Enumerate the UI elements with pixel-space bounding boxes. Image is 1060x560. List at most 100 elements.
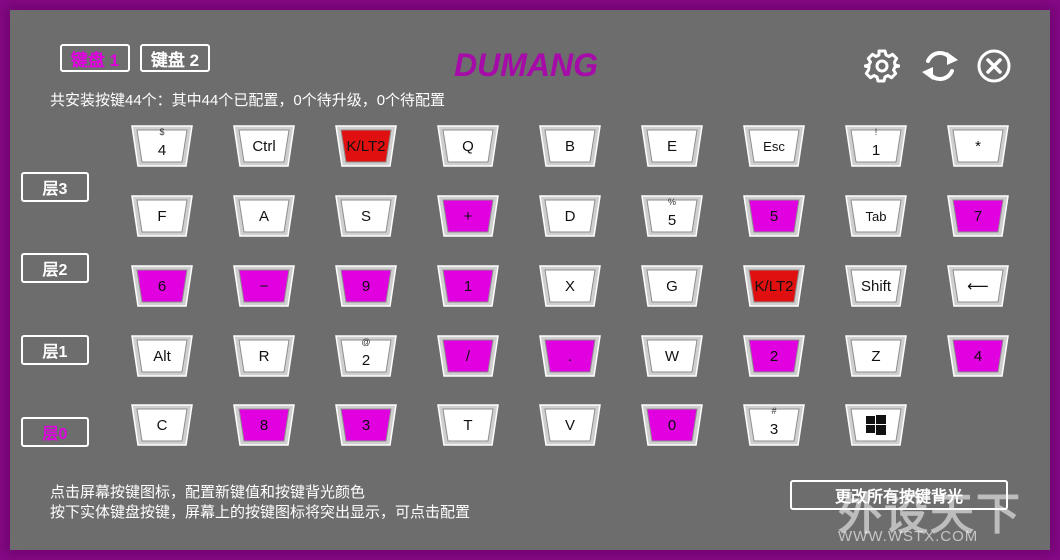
close-icon[interactable] bbox=[976, 48, 1012, 84]
key-shift-legend: $ bbox=[159, 127, 165, 137]
key-r3-c8[interactable]: 4 bbox=[947, 335, 1009, 377]
key-r0-c6[interactable]: Esc bbox=[743, 125, 805, 167]
key-label: Esc bbox=[763, 139, 785, 154]
key-r3-c6[interactable]: 2 bbox=[743, 335, 805, 377]
key-r4-c6[interactable]: #3 bbox=[743, 404, 805, 446]
key-r3-c3[interactable]: / bbox=[437, 335, 499, 377]
key-r0-c3[interactable]: Q bbox=[437, 125, 499, 167]
key-label: B bbox=[564, 138, 575, 155]
key-r1-c1[interactable]: A bbox=[233, 195, 295, 237]
key-label: G bbox=[666, 278, 678, 295]
layer-2-button[interactable]: 层2 bbox=[21, 253, 89, 283]
key-label: 8 bbox=[259, 417, 269, 434]
key-r4-c1[interactable]: 8 bbox=[233, 404, 295, 446]
key-shift-legend: # bbox=[771, 406, 777, 416]
key-r1-c3[interactable]: + bbox=[437, 195, 499, 237]
key-shift-legend: ! bbox=[874, 127, 878, 137]
key-r2-c7[interactable]: Shift bbox=[845, 265, 907, 307]
key-label: 5 bbox=[769, 208, 779, 225]
key-r4-c2[interactable]: 3 bbox=[335, 404, 397, 446]
key-r3-c2[interactable]: @2 bbox=[335, 335, 397, 377]
key-shift-legend: @ bbox=[361, 337, 371, 347]
refresh-icon[interactable] bbox=[920, 48, 960, 84]
dumang-logo: DUMANG bbox=[454, 47, 598, 83]
key-r2-c0[interactable]: 6 bbox=[131, 265, 193, 307]
key-r1-c6[interactable]: 5 bbox=[743, 195, 805, 237]
key-label: * bbox=[975, 138, 981, 155]
tab-keyboard-1[interactable]: 键盘 1 bbox=[60, 44, 130, 72]
key-label: A bbox=[258, 208, 269, 225]
key-r1-c8[interactable]: 7 bbox=[947, 195, 1009, 237]
key-r2-c3[interactable]: 1 bbox=[437, 265, 499, 307]
key-label: R bbox=[258, 348, 270, 365]
key-label: . bbox=[567, 348, 573, 365]
key-label: 3 bbox=[361, 417, 371, 434]
footer-hint-1: 点击屏幕按键图标，配置新键值和按键背光颜色 bbox=[50, 484, 366, 501]
key-label: 3 bbox=[769, 421, 779, 438]
key-label: S bbox=[360, 208, 371, 225]
key-r3-c5[interactable]: W bbox=[641, 335, 703, 377]
key-r1-c5[interactable]: % 5 bbox=[641, 195, 703, 237]
key-label: 6 bbox=[157, 278, 167, 295]
key-r3-c0[interactable]: Alt bbox=[131, 335, 193, 377]
key-label: 4 bbox=[157, 142, 167, 159]
key-shift-legend: % bbox=[667, 197, 676, 207]
key-label: Alt bbox=[153, 348, 171, 365]
key-r0-c2[interactable]: K/LT2 bbox=[335, 125, 397, 167]
svg-text:DUMANG: DUMANG bbox=[454, 47, 598, 83]
layer-0-button[interactable]: 层0 bbox=[21, 417, 89, 447]
key-r1-c7[interactable]: Tab bbox=[845, 195, 907, 237]
key-label: ⟵ bbox=[967, 278, 989, 295]
key-r2-c2[interactable]: 9 bbox=[335, 265, 397, 307]
key-label: 4 bbox=[973, 348, 983, 365]
key-label: Q bbox=[462, 138, 474, 155]
gear-icon[interactable] bbox=[863, 48, 901, 84]
key-r4-c5[interactable]: 0 bbox=[641, 404, 703, 446]
key-r3-c1[interactable]: R bbox=[233, 335, 295, 377]
key-label: 9 bbox=[361, 278, 371, 295]
key-r4-c3[interactable]: T bbox=[437, 404, 499, 446]
key-label: V bbox=[564, 417, 575, 434]
key-r3-c4[interactable]: . bbox=[539, 335, 601, 377]
key-label: 2 bbox=[361, 352, 371, 369]
key-r2-c1[interactable]: − bbox=[233, 265, 295, 307]
key-label: C bbox=[156, 417, 168, 434]
key-label: E bbox=[666, 138, 677, 155]
key-label: D bbox=[564, 208, 576, 225]
key-r1-c2[interactable]: S bbox=[335, 195, 397, 237]
key-r4-c7[interactable] bbox=[845, 404, 907, 446]
key-r0-c1[interactable]: Ctrl bbox=[233, 125, 295, 167]
key-r0-c5[interactable]: E bbox=[641, 125, 703, 167]
key-label: Z bbox=[871, 348, 881, 365]
tab-keyboard-2[interactable]: 键盘 2 bbox=[140, 44, 210, 72]
key-label: X bbox=[564, 278, 575, 295]
key-label: K/LT2 bbox=[754, 278, 794, 295]
key-label: Ctrl bbox=[252, 138, 276, 155]
key-r2-c5[interactable]: G bbox=[641, 265, 703, 307]
key-label: 5 bbox=[667, 212, 677, 229]
key-r4-c4[interactable]: V bbox=[539, 404, 601, 446]
key-r2-c8[interactable]: ⟵ bbox=[947, 265, 1009, 307]
key-label: + bbox=[463, 208, 473, 225]
key-r0-c8[interactable]: * bbox=[947, 125, 1009, 167]
key-label: 2 bbox=[769, 348, 779, 365]
key-label: 7 bbox=[973, 208, 983, 225]
key-label: Shift bbox=[860, 278, 891, 295]
layer-1-button[interactable]: 层1 bbox=[21, 335, 89, 365]
change-all-backlight-button[interactable]: 更改所有按键背光 bbox=[790, 480, 1008, 510]
key-r1-c0[interactable]: F bbox=[131, 195, 193, 237]
key-r4-c0[interactable]: C bbox=[131, 404, 193, 446]
key-label: T bbox=[463, 417, 473, 434]
key-label: 1 bbox=[463, 278, 473, 295]
key-r0-c4[interactable]: B bbox=[539, 125, 601, 167]
key-label: W bbox=[664, 348, 680, 365]
key-r1-c4[interactable]: D bbox=[539, 195, 601, 237]
key-r2-c6[interactable]: K/LT2 bbox=[743, 265, 805, 307]
key-r3-c7[interactable]: Z bbox=[845, 335, 907, 377]
key-r0-c0[interactable]: $4 bbox=[131, 125, 193, 167]
layer-3-button[interactable]: 层3 bbox=[21, 172, 89, 202]
key-label: K/LT2 bbox=[346, 138, 386, 155]
key-r2-c4[interactable]: X bbox=[539, 265, 601, 307]
key-r0-c7[interactable]: ! 1 bbox=[845, 125, 907, 167]
key-label: / bbox=[465, 348, 471, 365]
